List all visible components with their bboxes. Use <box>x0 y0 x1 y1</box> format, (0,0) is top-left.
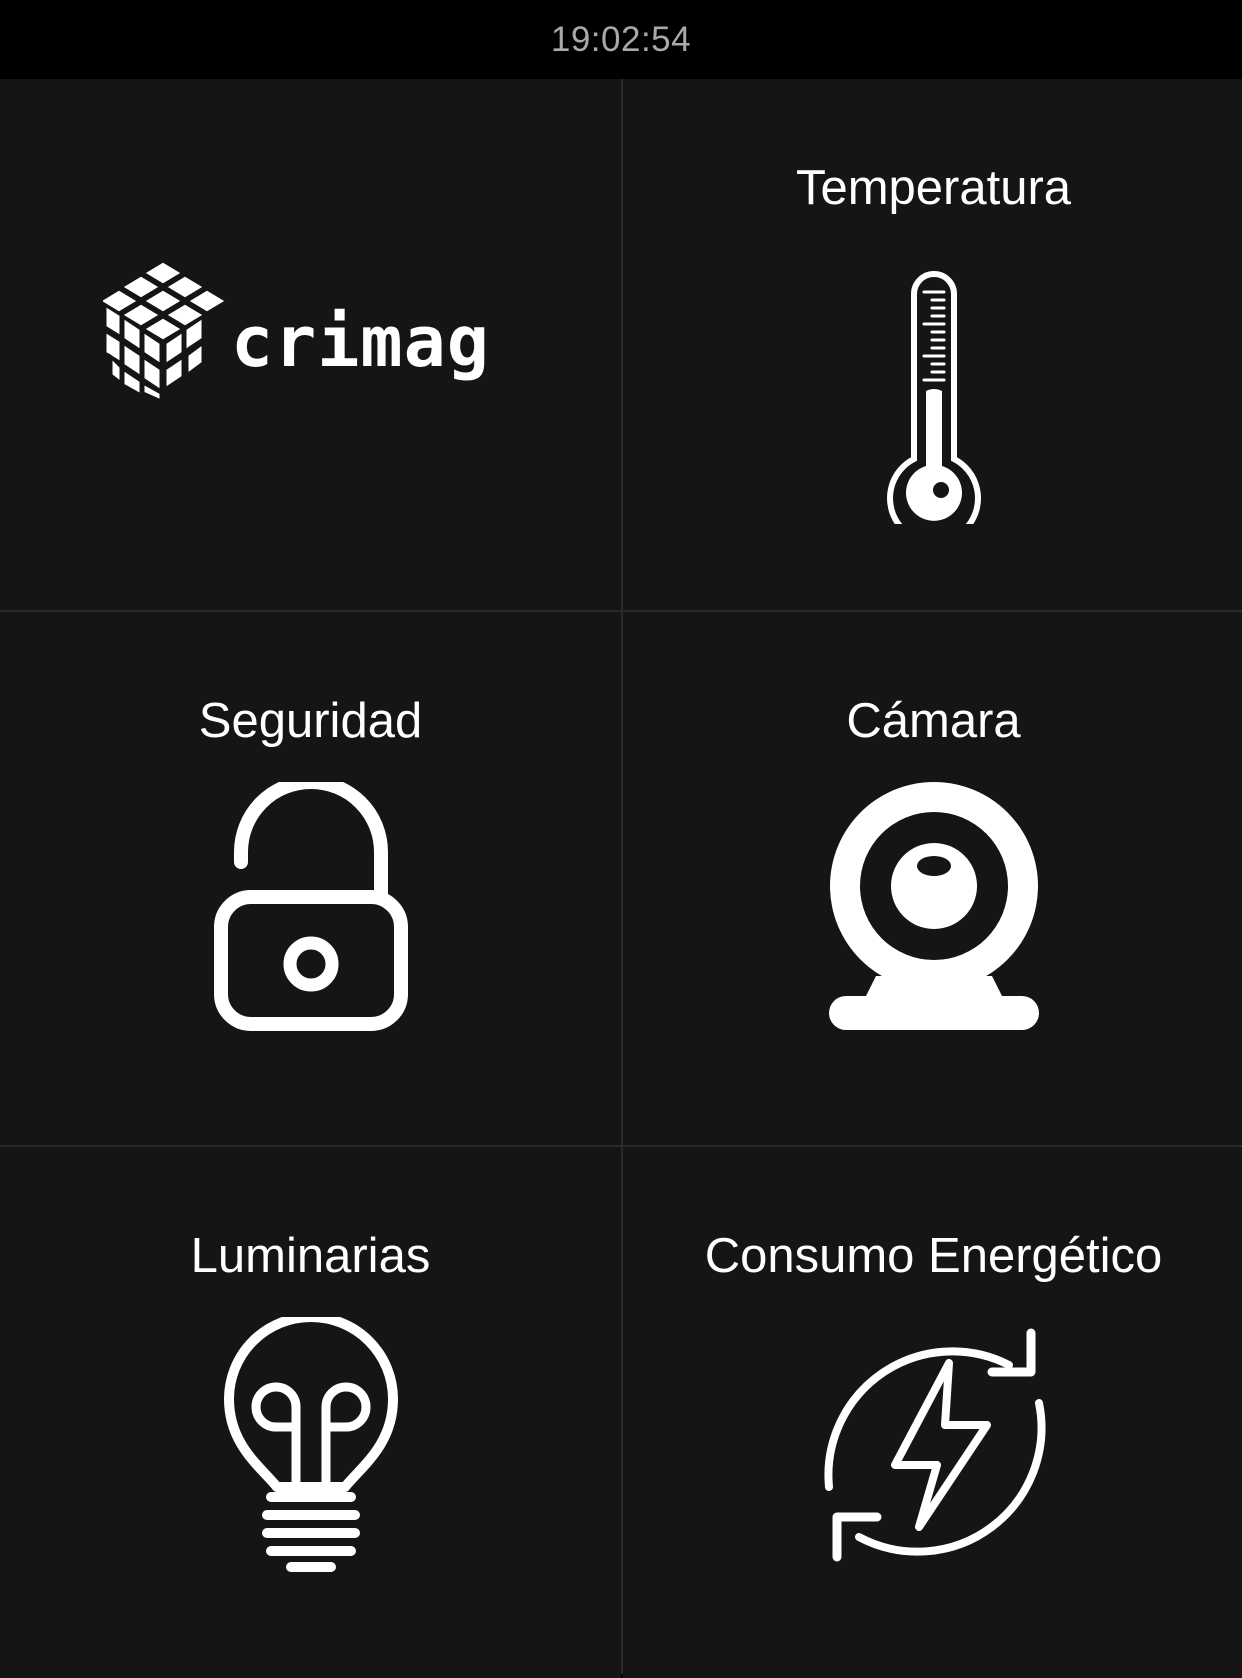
status-bar: 19:02:54 <box>0 0 1242 79</box>
tile-lights-label: Luminarias <box>190 1229 431 1283</box>
dashboard-grid: crimag Temperatura Seguridad Cámara Lumi… <box>0 79 1242 1678</box>
tile-security[interactable]: Seguridad <box>0 612 621 1145</box>
webcam-icon <box>828 782 1039 1030</box>
clock-time: 19:02:54 <box>550 19 692 59</box>
tile-security-label: Seguridad <box>198 694 423 748</box>
tile-energy-label: Consumo Energético <box>704 1229 1163 1283</box>
rubiks-cube-icon <box>103 261 230 401</box>
logo-tile: crimag <box>0 79 621 610</box>
crimag-logo: crimag <box>103 261 523 401</box>
tile-temperature-label: Temperatura <box>795 161 1072 215</box>
tile-temperature[interactable]: Temperatura <box>623 79 1242 610</box>
energy-cycle-icon <box>823 1328 1045 1562</box>
tile-energy[interactable]: Consumo Energético <box>623 1147 1242 1678</box>
tile-camera-label: Cámara <box>846 694 1021 748</box>
tile-camera[interactable]: Cámara <box>623 612 1242 1145</box>
logo-wordmark: crimag <box>231 301 490 383</box>
lightbulb-icon <box>223 1317 398 1572</box>
tile-lights[interactable]: Luminarias <box>0 1147 621 1678</box>
unlocked-padlock-icon <box>213 782 408 1031</box>
thermometer-icon <box>886 271 981 524</box>
